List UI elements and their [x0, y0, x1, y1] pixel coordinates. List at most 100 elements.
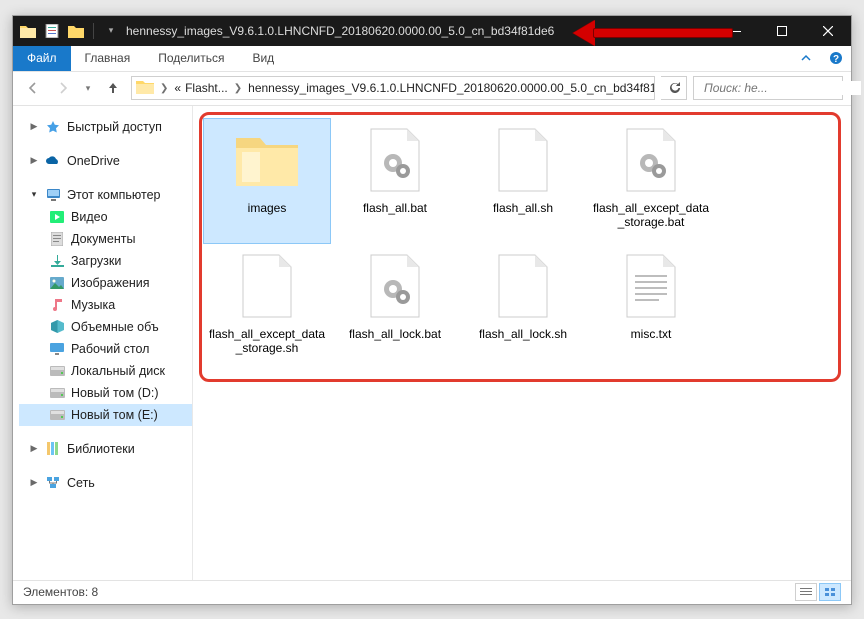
document-icon	[49, 231, 65, 247]
drive-icon	[49, 407, 65, 423]
sidebar-item-pictures[interactable]: Изображения	[19, 272, 192, 294]
file-label: flash_all.bat	[363, 201, 427, 215]
folder-large-icon	[232, 125, 302, 195]
chevron-right-icon[interactable]: ❯	[232, 83, 244, 94]
file-item[interactable]: flash_all.sh	[459, 118, 587, 244]
sidebar-item-label: OneDrive	[67, 154, 120, 168]
sidebar-item-music[interactable]: Музыка	[19, 294, 192, 316]
sidebar-item-label: Новый том (D:)	[71, 386, 159, 400]
sidebar-item-network[interactable]: ▶ Сеть	[19, 472, 192, 494]
sidebar-item-thispc[interactable]: ▾ Этот компьютер	[19, 184, 192, 206]
ribbon-expand-icon[interactable]	[791, 46, 821, 71]
annotation-arrow	[573, 23, 733, 41]
folder-small-icon[interactable]	[65, 20, 87, 42]
folder-icon	[136, 79, 154, 97]
view-icons-button[interactable]	[819, 583, 841, 601]
nav-forward-button[interactable]	[51, 76, 75, 100]
file-label: flash_all_lock.sh	[479, 327, 567, 341]
file-large-icon	[232, 251, 302, 321]
file-label: flash_all_lock.bat	[349, 327, 441, 341]
sidebar-item-label: Библиотеки	[67, 442, 135, 456]
view-details-button[interactable]	[795, 583, 817, 601]
tab-share[interactable]: Поделиться	[144, 46, 238, 71]
nav-up-button[interactable]	[101, 76, 125, 100]
file-large-icon	[360, 251, 430, 321]
sidebar-item-label: Объемные объ	[71, 320, 159, 334]
minimize-button[interactable]	[713, 16, 759, 46]
help-icon[interactable]: ?	[821, 46, 851, 71]
file-item[interactable]: flash_all_lock.sh	[459, 244, 587, 370]
sidebar-item-documents[interactable]: Документы	[19, 228, 192, 250]
file-label: images	[248, 201, 287, 215]
sidebar-item-videos[interactable]: Видео	[19, 206, 192, 228]
file-item[interactable]: flash_all_except_data_storage.bat	[587, 118, 715, 244]
sidebar-item-quick-access[interactable]: ▶ Быстрый доступ	[19, 116, 192, 138]
file-label: flash_all_except_data_storage.bat	[592, 201, 710, 230]
address-bar-row: ▾ ❯ « Flasht... ❯ hennessy_images_V9.6.1…	[13, 72, 851, 106]
refresh-button[interactable]	[661, 76, 687, 100]
breadcrumb-folder[interactable]: hennessy_images_V9.6.1.0.LHNCNFD_2018062…	[248, 81, 655, 95]
qat-dropdown-icon[interactable]: ▾	[100, 20, 122, 42]
address-bar[interactable]: ❯ « Flasht... ❯ hennessy_images_V9.6.1.0…	[131, 76, 655, 100]
file-item[interactable]: flash_all.bat	[331, 118, 459, 244]
body: ▶ Быстрый доступ ▶ OneDrive ▾ Этот компь…	[13, 106, 851, 580]
folder-icon	[17, 20, 39, 42]
nav-recent-dropdown[interactable]: ▾	[81, 76, 95, 100]
status-bar: Элементов: 8	[13, 580, 851, 604]
properties-icon[interactable]	[41, 20, 63, 42]
sidebar-item-label: Этот компьютер	[67, 188, 160, 202]
chevron-right-icon[interactable]: ▶	[29, 155, 39, 166]
navigation-pane[interactable]: ▶ Быстрый доступ ▶ OneDrive ▾ Этот компь…	[13, 106, 193, 580]
file-label: misc.txt	[631, 327, 672, 341]
file-item[interactable]: flash_all_lock.bat	[331, 244, 459, 370]
file-item[interactable]: misc.txt	[587, 244, 715, 370]
computer-icon	[45, 187, 61, 203]
video-icon	[49, 209, 65, 225]
breadcrumb-prefix: «	[174, 81, 181, 95]
sidebar-item-label: Локальный диск	[71, 364, 165, 378]
breadcrumb-root[interactable]: Flasht...	[185, 81, 228, 95]
drive-icon	[49, 385, 65, 401]
sidebar-item-desktop[interactable]: Рабочий стол	[19, 338, 192, 360]
search-input[interactable]	[704, 81, 861, 95]
chevron-down-icon[interactable]: ▾	[29, 189, 39, 200]
tab-home[interactable]: Главная	[71, 46, 145, 71]
item-count-label: Элементов: 8	[23, 585, 98, 599]
sidebar-item-label: Загрузки	[71, 254, 121, 268]
search-box[interactable]	[693, 76, 843, 100]
file-large-icon	[360, 125, 430, 195]
sidebar-item-downloads[interactable]: Загрузки	[19, 250, 192, 272]
sidebar-item-3dobjects[interactable]: Объемные объ	[19, 316, 192, 338]
ribbon-tabs: Файл Главная Поделиться Вид ?	[13, 46, 851, 72]
window-title: hennessy_images_V9.6.1.0.LHNCNFD_2018062…	[126, 24, 554, 38]
sidebar-item-label: Изображения	[71, 276, 150, 290]
sidebar-item-onedrive[interactable]: ▶ OneDrive	[19, 150, 192, 172]
file-large-icon	[488, 251, 558, 321]
picture-icon	[49, 275, 65, 291]
sidebar-item-libraries[interactable]: ▶ Библиотеки	[19, 438, 192, 460]
file-item[interactable]: flash_all_except_data_storage.sh	[203, 244, 331, 370]
sidebar-item-label: Сеть	[67, 476, 95, 490]
file-item[interactable]: images	[203, 118, 331, 244]
quick-access-toolbar: ▾	[13, 20, 126, 42]
close-button[interactable]	[805, 16, 851, 46]
cube-icon	[49, 319, 65, 335]
nav-back-button[interactable]	[21, 76, 45, 100]
tab-view[interactable]: Вид	[238, 46, 288, 71]
maximize-button[interactable]	[759, 16, 805, 46]
tab-file[interactable]: Файл	[13, 46, 71, 71]
chevron-right-icon[interactable]: ▶	[29, 443, 39, 454]
file-large-icon	[616, 251, 686, 321]
sidebar-item-localdisk[interactable]: Локальный диск	[19, 360, 192, 382]
sidebar-item-vol-e[interactable]: Новый том (E:)	[19, 404, 192, 426]
chevron-right-icon[interactable]: ▶	[29, 121, 39, 132]
sidebar-item-vol-d[interactable]: Новый том (D:)	[19, 382, 192, 404]
sidebar-item-label: Видео	[71, 210, 108, 224]
chevron-right-icon[interactable]: ❯	[158, 83, 170, 94]
file-label: flash_all_except_data_storage.sh	[208, 327, 326, 356]
chevron-right-icon[interactable]: ▶	[29, 477, 39, 488]
sidebar-item-label: Рабочий стол	[71, 342, 149, 356]
titlebar[interactable]: ▾ hennessy_images_V9.6.1.0.LHNCNFD_20180…	[13, 16, 851, 46]
file-list[interactable]: imagesflash_all.batflash_all.shflash_all…	[193, 106, 851, 580]
music-icon	[49, 297, 65, 313]
